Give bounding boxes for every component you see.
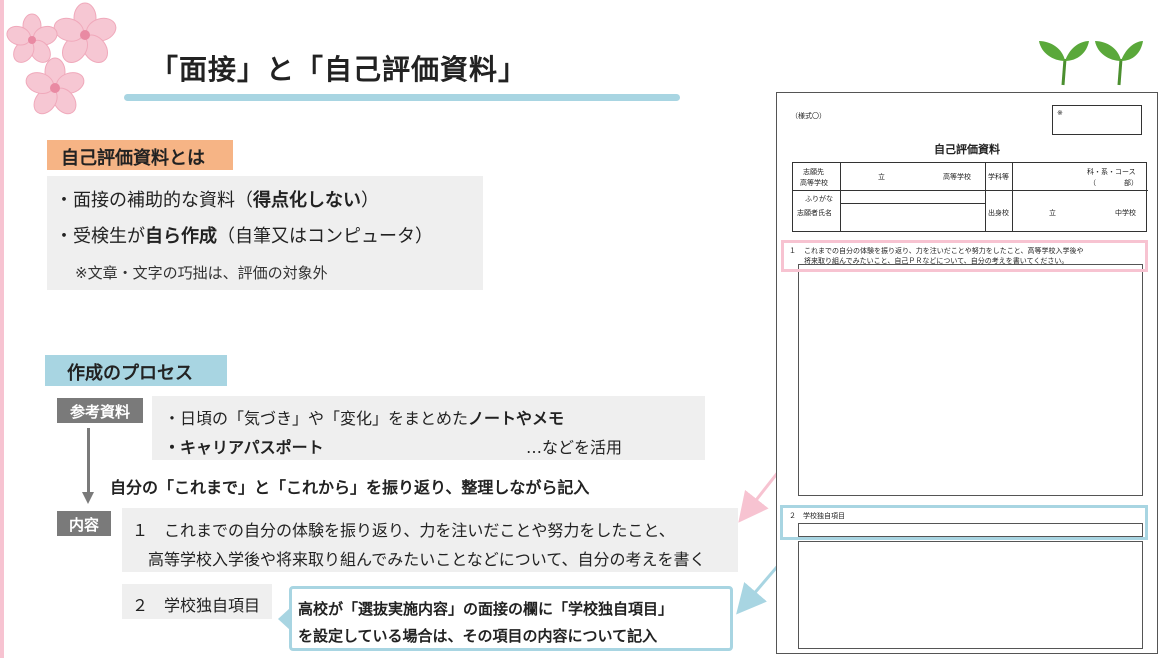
question-2-answer-area [798,541,1143,649]
table-cell-text: 科・系・コース [1087,168,1136,176]
table-cell-text: 中学校 [1115,209,1136,217]
applicant-table: 志願先 高等学校 立 高等学校 学科等 科・系・コース （ 部） ふりがな 志願… [792,162,1148,232]
question-1-highlight [781,240,1148,272]
table-cell-text: 高等学校 [800,179,828,187]
table-cell-text: 立 [1049,209,1056,217]
table-cell-text: 志願者氏名 [797,209,832,217]
stamp-mark: ※ [1057,109,1063,117]
table-cell-text: ふりがな [805,195,833,203]
stamp-box: ※ [1052,105,1142,135]
question-2-highlight [780,505,1148,540]
table-cell-text: 立 [878,173,885,181]
form-label: （様式〇） [791,112,826,120]
table-cell-text: 志願先 [803,168,824,176]
table-cell-text: 出身校 [988,209,1009,217]
form-title: 自己評価資料 [934,143,1000,156]
table-cell-text: （ 部） [1089,179,1138,187]
table-cell-text: 高等学校 [943,173,971,181]
form-document-preview: （様式〇） ※ 自己評価資料 志願先 高等学校 立 高等学校 学科等 科・系・コ… [776,92,1158,654]
table-cell-text: 学科等 [988,173,1009,181]
question-1-answer-area [798,264,1143,496]
